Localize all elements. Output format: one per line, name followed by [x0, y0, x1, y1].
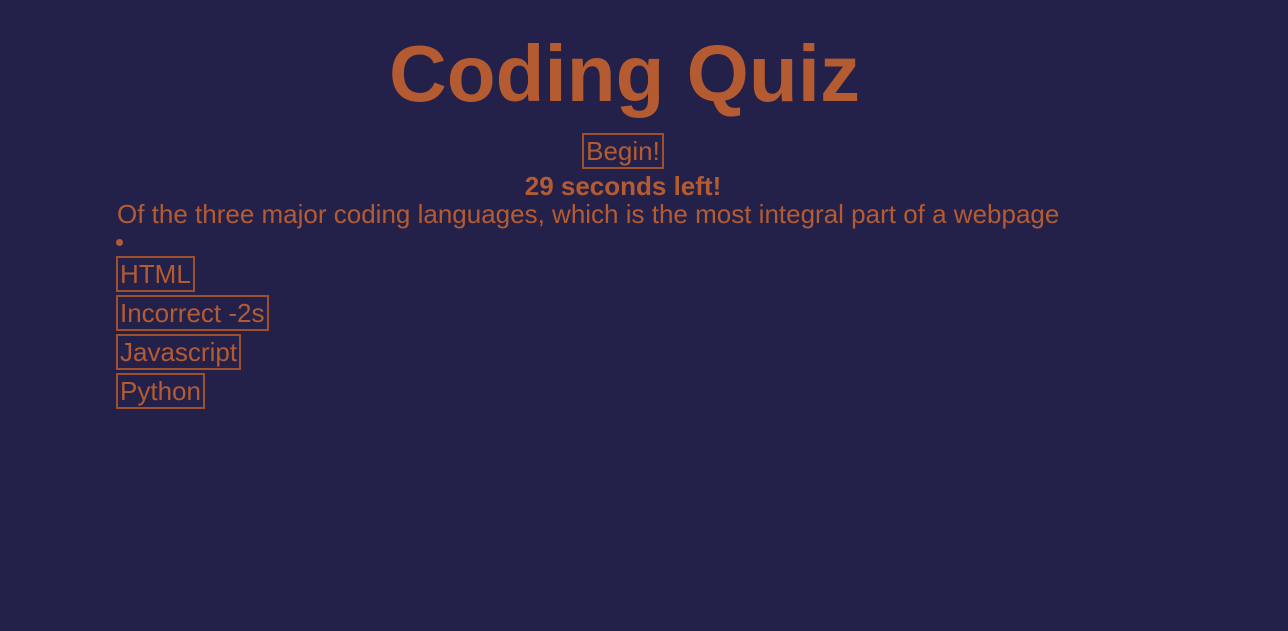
begin-container: Begin!: [0, 133, 1246, 169]
answer-list: HTML Incorrect -2s Javascript Python: [116, 256, 269, 412]
page-title: Coding Quiz: [388, 29, 860, 118]
answer-button-feedback[interactable]: Incorrect -2s: [116, 295, 269, 331]
answer-button-html[interactable]: HTML: [116, 256, 195, 292]
list-bullet: [116, 239, 123, 246]
question-text: Of the three major coding languages, whi…: [117, 199, 1060, 229]
begin-button[interactable]: Begin!: [582, 133, 664, 169]
answer-button-python[interactable]: Python: [116, 373, 205, 409]
answer-button-javascript[interactable]: Javascript: [116, 334, 242, 370]
